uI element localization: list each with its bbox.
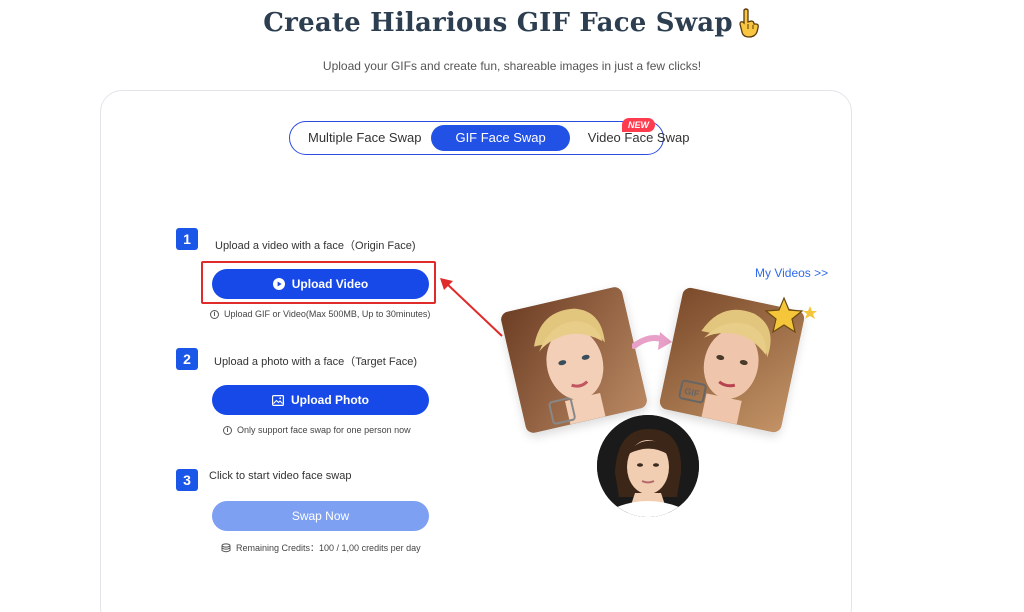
upload-photo-button[interactable]: Upload Photo <box>212 385 429 415</box>
page-title-text: Create Hilarious GIF Face Swap <box>263 8 733 38</box>
mode-tabs: Multiple Face Swap GIF Face Swap Video F… <box>289 121 689 155</box>
my-videos-link[interactable]: My Videos >> <box>755 266 828 280</box>
upload-photo-label: Upload Photo <box>291 393 369 407</box>
tab-multiple-face-swap[interactable]: Multiple Face Swap <box>298 125 431 151</box>
new-badge: NEW <box>622 118 655 132</box>
stars-icon <box>764 296 817 334</box>
step-2-label: Upload a photo with a face（Target Face) <box>214 356 418 368</box>
pointing-down-hand-icon <box>739 8 759 38</box>
swap-now-label: Swap Now <box>291 509 350 523</box>
page-title: Create Hilarious GIF Face Swap <box>0 8 1024 38</box>
swap-arrow-icon <box>632 332 672 350</box>
step-2-hint-text: Only support face swap for one person no… <box>237 425 411 435</box>
tab-gif-face-swap[interactable]: GIF Face Swap <box>431 125 570 151</box>
play-circle-icon <box>272 278 285 290</box>
step-1-hint-text: Upload GIF or Video(Max 500MB, Up to 30m… <box>224 309 431 319</box>
target-face-photo <box>597 415 699 517</box>
annotation-arrow-icon <box>440 278 503 337</box>
info-icon: i <box>210 309 219 319</box>
step-1-label: Upload a video with a face（Origin Face) <box>215 240 416 252</box>
image-icon <box>272 394 284 406</box>
step-1-hint: i Upload GIF or Video(Max 500MB, Up to 3… <box>210 309 430 319</box>
upload-video-label: Upload Video <box>291 277 369 291</box>
swap-now-button[interactable]: Swap Now <box>212 501 429 531</box>
page-subtitle: Upload your GIFs and create fun, shareab… <box>322 59 702 73</box>
credits-text: Remaining Credits：100 / 1,00 credits per… <box>236 543 421 553</box>
credits-info: Remaining Credits：100 / 1,00 credits per… <box>221 541 421 554</box>
step-3-label: Click to start video face swap <box>209 470 352 482</box>
info-icon: i <box>223 425 232 435</box>
step-2-hint: i Only support face swap for one person … <box>223 425 411 435</box>
upload-video-button[interactable]: Upload Video <box>212 269 429 299</box>
coins-icon <box>221 542 231 552</box>
step-1-number: 1 <box>176 228 198 250</box>
step-3-number: 3 <box>176 469 198 491</box>
step-2-number: 2 <box>176 348 198 370</box>
